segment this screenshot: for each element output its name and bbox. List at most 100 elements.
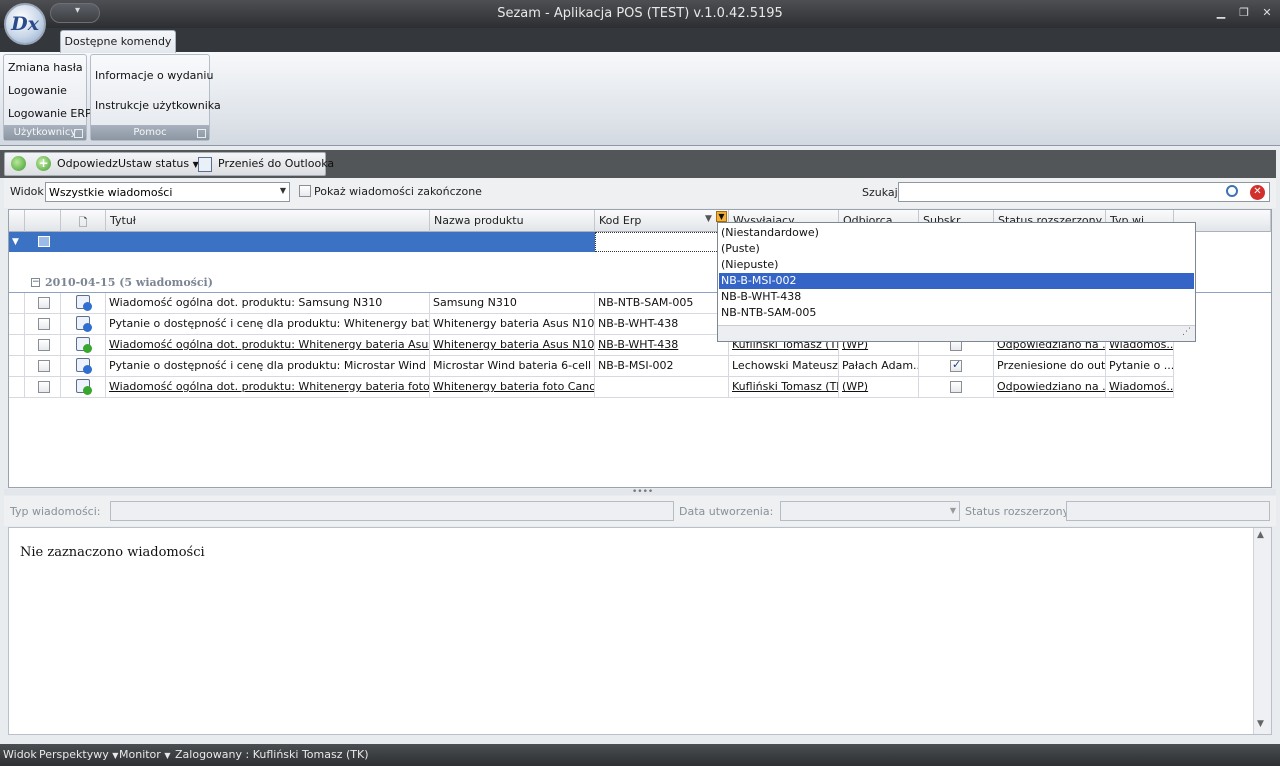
tab-dostepne-komendy[interactable]: Dostępne komendy — [60, 30, 176, 53]
collapse-icon[interactable]: − — [31, 278, 40, 287]
erp-filter-dropdown[interactable]: (Niestandardowe) (Puste) (Niepuste) NB-B-MS… — [717, 222, 1196, 342]
cell-subscribed — [919, 356, 994, 377]
status-view-button[interactable]: Widok — [3, 748, 37, 761]
refresh-icon[interactable] — [11, 156, 26, 171]
filter-row-icon — [38, 236, 50, 247]
row-indicator[interactable] — [9, 356, 25, 377]
splitter-handle[interactable]: •••• — [4, 488, 1276, 497]
cell-product[interactable]: Samsung N310 — [430, 293, 595, 314]
row-select-cell — [25, 356, 61, 377]
window-title: Sezam - Aplikacja POS (TEST) v.1.0.42.51… — [497, 6, 783, 21]
view-label: Widok — [10, 185, 44, 198]
created-date-field: ▼ — [780, 501, 960, 521]
message-type-label: Typ wiadomości: — [10, 505, 101, 518]
subscribed-checkbox[interactable] — [950, 381, 962, 393]
add-icon[interactable]: + — [36, 156, 51, 171]
minimize-icon[interactable]: ▁ — [1212, 5, 1230, 21]
outlook-icon[interactable] — [198, 157, 212, 172]
search-icon[interactable] — [1226, 185, 1238, 197]
ribbon-group-uzytkownicy: Zmiana hasła Logowanie Logowanie ERP Uży… — [3, 54, 92, 141]
group-label: Użytkownicy — [4, 125, 86, 140]
dropdown-option[interactable]: NB-B-MSI-002 — [719, 273, 1194, 289]
change-password-button[interactable]: Zmiana hasła — [8, 61, 83, 74]
row-checkbox[interactable] — [38, 381, 50, 393]
user-instructions-button[interactable]: Instrukcje użytkownika — [95, 99, 221, 112]
message-icon-cell — [61, 335, 106, 356]
cell-status[interactable]: Przeniesione do out... — [994, 356, 1106, 377]
scroll-down-icon[interactable]: ▼ — [1257, 719, 1264, 729]
dialog-launcher-icon[interactable] — [197, 129, 206, 138]
show-finished-checkbox[interactable] — [299, 185, 311, 197]
resize-grip-icon[interactable]: ⋰ — [718, 325, 1195, 341]
row-select-cell — [25, 377, 61, 398]
row-checkbox[interactable] — [38, 297, 50, 309]
cell-title[interactable]: Wiadomość ogólna dot. produktu: Samsung … — [106, 293, 430, 314]
cell-sender[interactable]: Kufliński Tomasz (TK) — [729, 377, 839, 398]
release-info-button[interactable]: Informacje o wydaniu — [95, 69, 213, 82]
auto-filter-row[interactable]: ▼ — [9, 232, 719, 252]
cell-title[interactable]: Wiadomość ogólna dot. produktu: Whitener… — [106, 377, 430, 398]
move-to-outlook-button[interactable]: Przenieś do Outlooka — [218, 157, 334, 170]
cell-erp[interactable]: NB-B-WHT-438 — [595, 335, 729, 356]
cell-product[interactable]: Whitenergy bateria Asus N10E... — [430, 335, 595, 356]
cell-erp[interactable]: NB-NTB-SAM-005 — [595, 293, 729, 314]
dropdown-option[interactable]: NB-NTB-SAM-005 — [719, 305, 1194, 321]
restore-icon[interactable]: ❐ — [1235, 5, 1253, 21]
reply-button[interactable]: Odpowiedz — [57, 157, 118, 170]
filter-active-icon[interactable]: ▼ — [716, 211, 727, 222]
cell-sender[interactable]: Lechowski Mateusz... — [729, 356, 839, 377]
row-checkbox[interactable] — [38, 318, 50, 330]
clear-search-icon[interactable]: ✕ — [1250, 185, 1265, 200]
subscribed-checkbox[interactable] — [950, 358, 962, 372]
cell-title[interactable]: Wiadomość ogólna dot. produktu: Whitener… — [106, 335, 430, 356]
row-indicator[interactable] — [9, 335, 25, 356]
dropdown-option[interactable]: (Niepuste) — [719, 257, 1194, 273]
row-checkbox[interactable] — [38, 339, 50, 351]
chevron-down-icon[interactable]: ▾ — [75, 5, 80, 16]
status-perspectives-button[interactable]: Perspektywy ▼ — [39, 748, 118, 761]
row-indicator[interactable] — [9, 293, 25, 314]
search-input[interactable] — [898, 182, 1270, 202]
dropdown-option[interactable]: (Puste) — [719, 241, 1194, 257]
preview-scrollbar[interactable]: ▲ ▼ — [1253, 528, 1271, 734]
dropdown-option[interactable]: NB-B-WHT-438 — [719, 289, 1194, 305]
dropdown-option[interactable]: (Niestandardowe) — [719, 225, 1194, 241]
cell-title[interactable]: Pytanie o dostępność i cenę dla produktu… — [106, 356, 430, 377]
cell-erp[interactable] — [595, 377, 729, 398]
empty-message: Nie zaznaczono wiadomości — [20, 545, 205, 560]
login-erp-button[interactable]: Logowanie ERP — [8, 107, 92, 120]
erp-filter-input[interactable] — [595, 232, 719, 252]
status-monitor-button[interactable]: Monitor ▼ — [119, 748, 170, 761]
view-select[interactable]: Wszystkie wiadomości ▼ — [45, 182, 290, 202]
login-button[interactable]: Logowanie — [8, 84, 67, 97]
column-header-product[interactable]: Nazwa produktu — [430, 210, 595, 232]
row-indicator[interactable] — [9, 314, 25, 335]
cell-title[interactable]: Pytanie o dostępność i cenę dla produktu… — [106, 314, 430, 335]
cell-recipient[interactable]: Pałach Adam... — [839, 356, 919, 377]
quick-access-toolbar[interactable]: ▾ — [50, 3, 100, 23]
scroll-up-icon[interactable]: ▲ — [1257, 530, 1264, 540]
dialog-launcher-icon[interactable] — [74, 129, 83, 138]
cell-product[interactable]: Microstar Wind bateria 6-cell bi... — [430, 356, 595, 377]
column-header-title[interactable]: Tytuł — [106, 210, 430, 232]
cell-erp[interactable]: NB-B-MSI-002 — [595, 356, 729, 377]
set-status-button[interactable]: Ustaw status ▼ — [118, 157, 199, 170]
message-icon — [76, 316, 92, 332]
row-checkbox[interactable] — [38, 360, 50, 372]
cell-type[interactable]: Pytanie o ... — [1106, 356, 1174, 377]
close-icon[interactable]: ✕ — [1258, 5, 1276, 21]
group-label: Pomoc — [91, 125, 209, 140]
cell-erp[interactable]: NB-B-WHT-438 — [595, 314, 729, 335]
cell-product[interactable]: Whitenergy bateria Asus N10E... — [430, 314, 595, 335]
app-menu-logo-icon[interactable]: Dx — [4, 3, 46, 45]
row-indicator[interactable] — [9, 377, 25, 398]
cell-recipient[interactable]: (WP) — [839, 377, 919, 398]
cell-status[interactable]: Odpowiedziano na ... — [994, 377, 1106, 398]
row-indicator-header — [9, 210, 25, 232]
message-icon-cell — [61, 314, 106, 335]
show-finished-label: Pokaż wiadomości zakończone — [314, 185, 482, 198]
cell-product[interactable]: Whitenergy bateria foto Cano... — [430, 377, 595, 398]
filter-icon[interactable]: ▼ — [705, 214, 712, 224]
select-all-header[interactable] — [25, 210, 61, 232]
cell-type[interactable]: Wiadomoś... — [1106, 377, 1174, 398]
